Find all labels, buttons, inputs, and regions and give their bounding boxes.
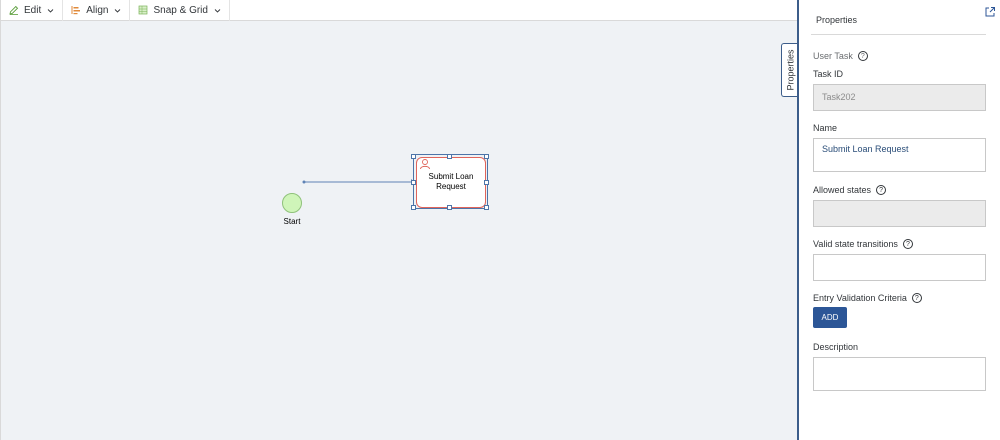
open-external-icon[interactable] [984, 6, 996, 18]
allowed-states-label: Allowed states ? [813, 185, 887, 195]
help-icon[interactable]: ? [911, 293, 922, 303]
snap-grid-menu-button[interactable]: Snap & Grid [130, 0, 230, 21]
resize-handle[interactable] [447, 154, 452, 159]
valid-transitions-label: Valid state transitions ? [813, 239, 913, 249]
pencil-icon [9, 5, 19, 15]
description-label: Description [813, 342, 859, 352]
help-icon[interactable]: ? [902, 239, 913, 249]
align-left-icon [71, 5, 81, 15]
toolbar: Edit Align Snap & Grid [0, 0, 797, 21]
start-event[interactable] [282, 193, 302, 213]
sequence-flow-connector[interactable] [1, 21, 798, 440]
properties-side-tab-label: Properties [785, 49, 796, 91]
task-type-text: User Task [813, 51, 853, 61]
valid-transitions-field[interactable] [813, 254, 986, 281]
resize-handle[interactable] [484, 180, 489, 185]
task-label-line2: Request [436, 182, 466, 191]
user-task-icon [419, 158, 431, 170]
add-criteria-button[interactable]: ADD [813, 307, 847, 328]
task-id-field: Task202 [813, 84, 986, 111]
task-label-line1: Submit Loan [428, 172, 474, 181]
name-label: Name [813, 123, 838, 133]
resize-handle[interactable] [484, 154, 489, 159]
properties-panel: Properties User Task ? Task ID Task202 N… [797, 0, 1000, 440]
resize-handle[interactable] [484, 205, 489, 210]
allowed-states-field [813, 200, 986, 227]
valid-transitions-text: Valid state transitions [813, 239, 898, 249]
resize-handle[interactable] [447, 205, 452, 210]
entry-validation-label: Entry Validation Criteria ? [813, 293, 922, 303]
chevron-down-icon [114, 7, 121, 14]
resize-handle[interactable] [411, 154, 416, 159]
description-field[interactable] [813, 357, 986, 391]
resize-handle[interactable] [411, 180, 416, 185]
panel-divider [811, 34, 986, 35]
chevron-down-icon [214, 7, 221, 14]
start-event-label: Start [283, 217, 301, 226]
name-field[interactable]: Submit Loan Request [813, 138, 986, 172]
align-label: Align [86, 4, 109, 16]
task-id-label: Task ID [813, 69, 844, 79]
chevron-down-icon [47, 7, 54, 14]
edit-menu-button[interactable]: Edit [1, 0, 64, 21]
diagram-canvas[interactable]: Start [0, 21, 797, 440]
entry-validation-text: Entry Validation Criteria [813, 293, 907, 303]
help-icon[interactable]: ? [857, 51, 868, 61]
align-menu-button[interactable]: Align [63, 0, 131, 21]
edit-label: Edit [24, 4, 42, 16]
grid-icon [138, 5, 148, 15]
snap-grid-label: Snap & Grid [153, 4, 208, 16]
task-type-label: User Task ? [813, 51, 868, 61]
help-icon[interactable]: ? [876, 185, 887, 195]
user-task-label: Submit Loan Request [418, 172, 484, 192]
panel-title: Properties [816, 15, 858, 25]
resize-handle[interactable] [411, 205, 416, 210]
allowed-states-text: Allowed states [813, 185, 872, 195]
